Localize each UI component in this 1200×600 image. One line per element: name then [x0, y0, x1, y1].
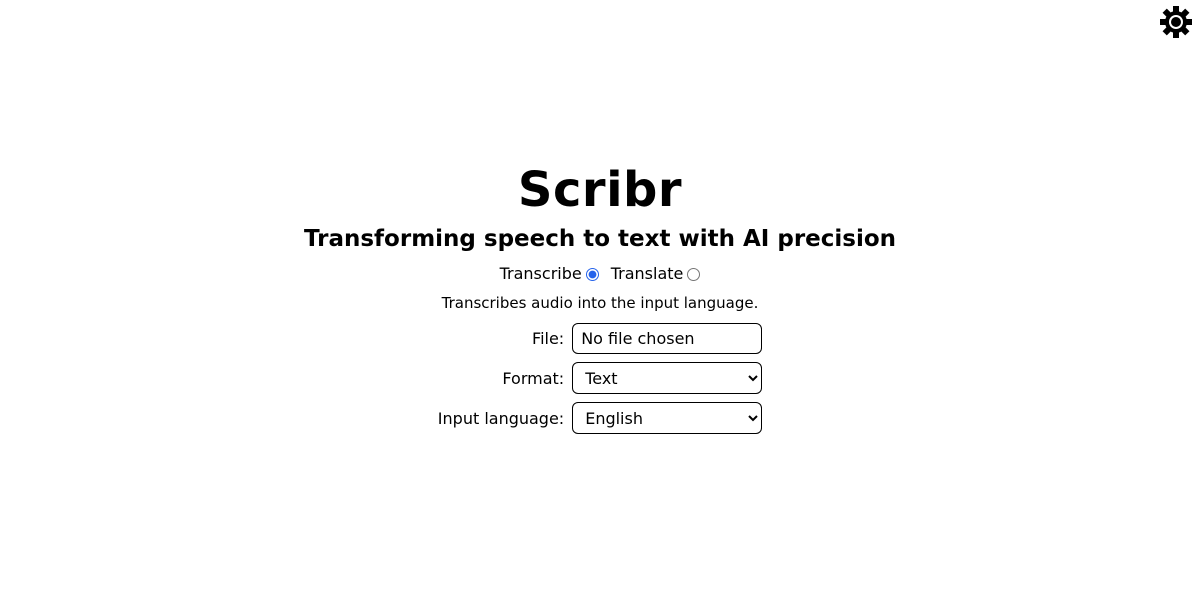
gear-icon [1159, 5, 1193, 43]
app-title: Scribr [517, 162, 683, 218]
mode-label-translate: Translate [610, 264, 684, 283]
app-subtitle: Transforming speech to text with AI prec… [303, 226, 897, 252]
app-page: Scribr Transforming speech to text with … [0, 0, 1200, 600]
options-form: File: No file chosen Format: Text Input … [437, 323, 763, 434]
format-select[interactable]: Text [572, 362, 763, 394]
input-language-label: Input language: [437, 408, 565, 428]
input-language-select[interactable]: English [572, 402, 763, 434]
file-input[interactable]: No file chosen [572, 323, 763, 354]
settings-button[interactable] [1158, 6, 1194, 42]
mode-option-translate[interactable]: Translate [611, 264, 701, 284]
translate-radio[interactable] [687, 267, 701, 281]
main-content: Scribr Transforming speech to text with … [0, 160, 1200, 434]
format-label: Format: [502, 368, 565, 388]
file-label: File: [532, 329, 565, 348]
transcribe-radio[interactable] [585, 267, 599, 281]
mode-label-transcribe: Transcribe [499, 264, 582, 283]
file-input-value: No file chosen [581, 329, 695, 348]
mode-selector: Transcribe Translate [500, 264, 701, 284]
mode-description: Transcribes audio into the input languag… [441, 294, 759, 312]
mode-option-transcribe[interactable]: Transcribe [500, 264, 599, 284]
